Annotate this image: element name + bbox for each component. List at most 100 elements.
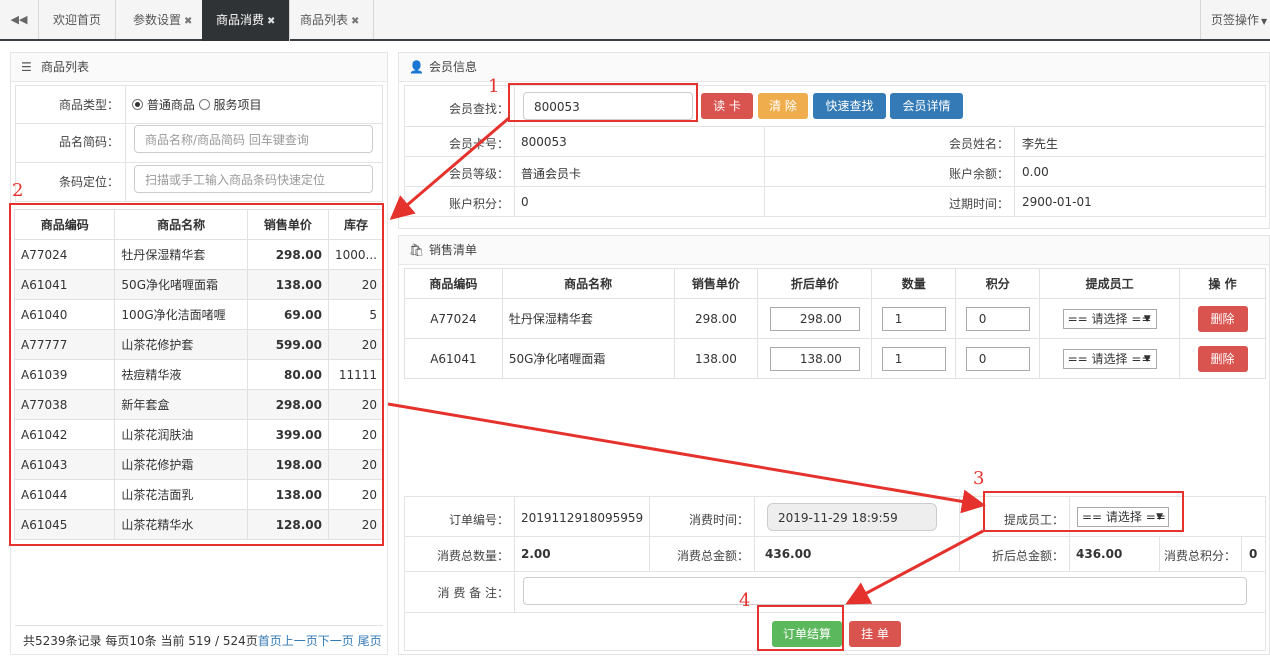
panel-title: 会员信息: [429, 60, 478, 74]
table-cell: 11111: [328, 359, 384, 390]
balance-value: 0.00: [1022, 165, 1049, 179]
panel-header: 🛍 销售清单: [399, 236, 1269, 265]
close-icon[interactable]: ✖: [184, 16, 192, 27]
radio-normal-goods[interactable]: [132, 99, 143, 110]
table-cell: 298.00: [246, 389, 330, 420]
tab-bar: ◀◀ 欢迎首页 参数设置 ✖ 商品消费 ✖ 商品列表 ✖ 页签操作 ▼: [0, 0, 1270, 41]
table-cell: 20: [328, 449, 384, 480]
table-cell: A77777: [13, 329, 116, 360]
discount-price-input[interactable]: 298.00: [769, 306, 860, 331]
points-input[interactable]: 0: [965, 306, 1030, 331]
quantity-input[interactable]: 1: [881, 306, 946, 331]
delete-button[interactable]: 删除: [1197, 345, 1248, 372]
tab-consume[interactable]: 商品消费 ✖: [202, 0, 291, 41]
field-label: 会员卡号：: [448, 137, 509, 151]
settle-order-button[interactable]: 订单结算: [772, 621, 842, 647]
tab-label: 参数设置: [133, 13, 182, 27]
discount-price-input[interactable]: 138.00: [769, 346, 860, 371]
shopping-bag-icon: 🛍: [409, 243, 425, 257]
col-header: 数量: [871, 268, 957, 299]
col-header: 商品编码: [13, 209, 116, 240]
table-cell: A61045: [13, 509, 116, 540]
product-table: 商品编码 商品名称 销售单价 库存 A77024 牡丹保湿精华套 298.00 100…: [13, 209, 384, 540]
barcode-label: 条码定位：: [58, 175, 119, 189]
item-code: A77024: [430, 311, 477, 326]
field-label: 账户积分：: [448, 197, 509, 211]
table-cell: 0: [955, 338, 1041, 379]
table-row[interactable]: A61039 祛痘精华液 80.00 11111: [13, 359, 384, 390]
quick-search-button[interactable]: 快速查找: [813, 93, 886, 119]
hold-order-button[interactable]: 挂 单: [849, 621, 901, 647]
divider: [404, 536, 1266, 537]
table-row: A77024 牡丹保湿精华套 298.00 298.00 1 0 == 请选择 == ▼ 删除: [404, 298, 1266, 339]
panel-title: 销售清单: [429, 243, 478, 257]
item-price: 138.00: [694, 351, 737, 366]
divider: [404, 612, 1266, 613]
table-cell: 399.00: [246, 419, 330, 450]
table-cell: A61043: [13, 449, 116, 480]
pager-next[interactable]: 下一页: [318, 634, 354, 648]
radio-label: 普通商品: [146, 98, 195, 112]
tab-params[interactable]: 参数设置 ✖: [119, 0, 208, 39]
table-cell: A61040: [13, 299, 116, 330]
table-row[interactable]: A61040 100G净化洁面啫喱 69.00 5: [13, 299, 384, 330]
staff-select[interactable]: == 请选择 == ▼: [1062, 308, 1157, 329]
select-value: == 请选择 ==: [1082, 510, 1166, 524]
type-radio-group: 普通商品 服务项目: [132, 96, 262, 113]
quantity-input[interactable]: 1: [881, 346, 946, 371]
total-amount-label: 消费总金额：: [676, 549, 749, 563]
tab-welcome[interactable]: 欢迎首页: [39, 0, 117, 39]
divider: [125, 85, 126, 202]
panel-header: 👤 会员信息: [399, 53, 1269, 82]
table-cell: 138.00: [673, 338, 759, 379]
pager-first[interactable]: 首页: [258, 634, 282, 648]
note-input[interactable]: [523, 577, 1247, 605]
table-cell: 20: [328, 329, 384, 360]
member-search-input[interactable]: 800053: [523, 92, 693, 120]
staff-select[interactable]: == 请选择 == ▼: [1062, 348, 1157, 369]
radio-service[interactable]: [198, 99, 210, 110]
table-row[interactable]: A77038 新年套盒 298.00 20: [13, 389, 384, 420]
table-cell: 138.00: [246, 479, 330, 510]
points-input[interactable]: 0: [965, 346, 1030, 371]
col-header: 提成员工: [1039, 268, 1181, 299]
table-row[interactable]: A61044 山茶花洁面乳 138.00 20: [13, 479, 384, 510]
table-cell: 删除: [1179, 298, 1266, 339]
close-icon[interactable]: ✖: [351, 16, 359, 27]
pager-last[interactable]: 尾页: [358, 634, 382, 648]
table-row[interactable]: A61041 50G净化啫喱面霜 138.00 20: [13, 269, 384, 300]
table-cell: A77038: [13, 389, 116, 420]
tab-product-list[interactable]: 商品列表 ✖: [286, 0, 375, 39]
divider: [15, 162, 383, 163]
table-cell: A61041: [404, 338, 503, 379]
tab-label: 商品消费: [216, 13, 265, 27]
pager-prev[interactable]: 上一页: [282, 634, 318, 648]
member-level-value: 普通会员卡: [521, 167, 582, 181]
table-cell: 5: [328, 299, 384, 330]
field-label: 会员等级：: [448, 167, 509, 181]
clear-button[interactable]: 清 除: [758, 93, 808, 119]
tab-operations-label: 页签操作: [1211, 13, 1260, 27]
scroll-left-icon[interactable]: ◀◀: [0, 0, 39, 39]
tab-operations-dropdown[interactable]: 页签操作 ▼: [1200, 0, 1270, 39]
table-row[interactable]: A61043 山茶花修护霜 198.00 20: [13, 449, 384, 480]
total-points-value: 0: [1249, 547, 1258, 561]
table-row[interactable]: A77024 牡丹保湿精华套 298.00 1000...: [13, 239, 384, 270]
expire-value: 2900-01-01: [1022, 195, 1092, 209]
table-row[interactable]: A61042 山茶花润肤油 399.00 20: [13, 419, 384, 450]
close-icon[interactable]: ✖: [267, 16, 275, 27]
name-search-input[interactable]: 商品名称/商品简码 回车键查询: [134, 125, 373, 153]
annotation-number: 1: [488, 76, 500, 97]
table-row[interactable]: A77777 山茶花修护套 599.00 20: [13, 329, 384, 360]
table-cell: 山茶花修护霜: [114, 449, 248, 480]
delete-button[interactable]: 删除: [1197, 305, 1248, 332]
consume-time-field[interactable]: 2019-11-29 18:9:59: [767, 503, 937, 531]
col-header: 库存: [328, 209, 384, 240]
order-staff-select[interactable]: == 请选择 == ▼: [1077, 507, 1169, 527]
member-detail-button[interactable]: 会员详情: [890, 93, 963, 119]
barcode-input[interactable]: 扫描或手工输入商品条码快速定位: [134, 165, 373, 193]
item-price: 298.00: [694, 311, 737, 326]
read-card-button[interactable]: 读 卡: [701, 93, 753, 119]
table-cell: 20: [328, 419, 384, 450]
table-row[interactable]: A61045 山茶花精华水 128.00 20: [13, 509, 384, 540]
